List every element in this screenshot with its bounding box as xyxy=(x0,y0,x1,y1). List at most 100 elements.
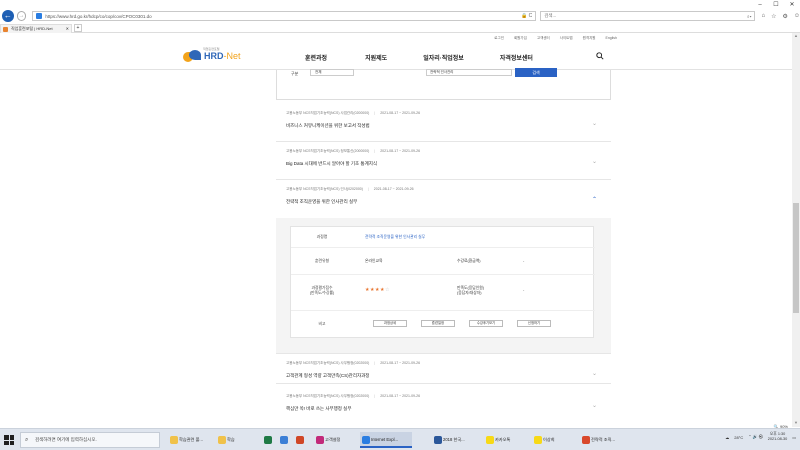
taskbar: ⌕ 검색하려면 여기에 입력하십시오. 학습관련 폴... 학습 고객설정 In… xyxy=(0,428,800,450)
search-button[interactable]: 검색 xyxy=(515,68,557,77)
gear-icon[interactable]: ⚙ xyxy=(782,13,787,20)
nav-job-info[interactable]: 일자리·직업정보 xyxy=(423,53,464,62)
address-row: ← → https://www.hrd.go.kr/hdcp/co/cop/co… xyxy=(0,9,800,23)
detail-course-link[interactable]: 전략적 조직운영을 위한 인사관리 실무 xyxy=(365,235,425,240)
search-label: 구분 xyxy=(291,71,299,76)
course-item[interactable]: 고용노동부 NCS직업기초능력(NCS) 사무행정(0202000) | 2021-… xyxy=(276,354,611,384)
course-title[interactable]: 핵심만 쏙! 바로 쓰는 사무행정 실무 xyxy=(286,406,351,412)
schedule-button[interactable]: 훈련일정 xyxy=(421,320,455,327)
taskbar-app-chrome[interactable]: 전략적 조직... xyxy=(580,432,636,448)
kakaotalk-icon xyxy=(486,436,494,444)
tab-hrd-net[interactable]: 직업훈련포털 | HRD-Net ✕ xyxy=(0,23,72,33)
util-link[interactable]: English xyxy=(606,36,617,41)
favorites-icon[interactable]: ☆ xyxy=(771,13,776,20)
util-link[interactable]: 사이트맵 xyxy=(560,36,573,41)
weather-temp[interactable]: 28°C xyxy=(734,435,743,440)
main-content: 구분 전체 전략적 인사관리 검색 고용노동부 NCS직업기초능력(NCS) 사… xyxy=(276,68,611,428)
scrollbar-thumb[interactable] xyxy=(793,203,799,313)
lock-refresh-icons[interactable]: 🔒 C xyxy=(521,13,532,19)
new-tab-button[interactable]: + xyxy=(74,24,82,32)
smiley-icon[interactable]: ☺ xyxy=(794,13,800,20)
app-icon xyxy=(280,436,288,444)
chevron-down-icon[interactable]: ⌄ xyxy=(592,120,597,127)
system-tray: ☁ 28°C ⌃ 🔊 ㉿ 오후 1:30 2021-08-30 ▭ xyxy=(725,432,796,442)
search-icon: ⌕ xyxy=(25,437,29,443)
reviews-button[interactable]: 수강후기보기 xyxy=(469,320,503,327)
excel-icon xyxy=(264,436,272,444)
detail-buttons: 과정상세 훈련일정 수강후기보기 신청하기 xyxy=(373,320,551,327)
taskbar-app-ie[interactable]: Internet Expl... xyxy=(360,432,412,448)
taskbar-app-chat[interactable]: 이상희 xyxy=(532,432,576,448)
browser-search[interactable]: 검색... ⌕▾ xyxy=(540,11,756,21)
weather-icon[interactable]: ☁ xyxy=(725,435,729,440)
forward-button[interactable]: → xyxy=(16,11,27,21)
course-title[interactable]: Big Data 시대에 반드시 알아야 할 기초 통계지식 xyxy=(286,161,377,167)
taskbar-app-folder[interactable]: 학습관련 폴... xyxy=(168,432,214,448)
detail-type-value: 온라인교육 xyxy=(365,259,383,263)
notification-icon[interactable]: ▭ xyxy=(792,435,796,440)
folder-icon xyxy=(218,436,226,444)
taskbar-app-kakaotalk[interactable]: 카카오톡 xyxy=(484,432,530,448)
taskbar-app-folder2[interactable]: 학습 xyxy=(216,432,256,448)
course-title[interactable]: 비즈니스 커뮤니케이션을 위한 보고서 작성법 xyxy=(286,123,370,129)
course-item[interactable]: 고용노동부 NCS직업기초능력(NCS) 사무행정(0202000) | 2021-… xyxy=(276,384,611,418)
tab-close-icon[interactable]: ✕ xyxy=(66,25,69,33)
chevron-down-icon[interactable]: ⌄ xyxy=(592,370,597,377)
global-nav: 훈련과정 지원제도 일자리·직업정보 자격정보센터 xyxy=(305,53,569,62)
address-bar[interactable]: https://www.hrd.go.kr/hdcp/co/cop/cov/CP… xyxy=(32,11,537,21)
util-link[interactable]: 회원가입 xyxy=(514,36,527,41)
course-detail-button[interactable]: 과정상세 xyxy=(373,320,407,327)
keyword-input[interactable]: 전략적 인사관리 xyxy=(426,69,512,76)
chevron-down-icon[interactable]: ⌄ xyxy=(592,158,597,165)
taskbar-search[interactable]: ⌕ 검색하려면 여기에 입력하십시오. xyxy=(20,432,160,448)
tab-favicon-icon xyxy=(3,26,8,32)
clock[interactable]: 오후 1:30 2021-08-30 xyxy=(768,432,787,442)
scroll-up-icon[interactable]: ▲ xyxy=(792,33,800,40)
windows-start-icon[interactable] xyxy=(4,435,14,445)
home-icon[interactable]: ⌂ xyxy=(761,13,765,20)
taskbar-app-powerpoint[interactable] xyxy=(294,432,308,448)
course-title[interactable]: 고객관계 형성 역량 고객만족(CS)관리자과정 xyxy=(286,373,369,379)
util-link[interactable]: 원격지원 xyxy=(583,36,596,41)
util-link[interactable]: 고객센터 xyxy=(537,36,550,41)
page-scrollbar[interactable]: ▲ ▼ xyxy=(792,33,800,427)
tray-icons[interactable]: ⌃ 🔊 ㉿ xyxy=(748,434,763,440)
course-item[interactable]: 고용노동부 NCS직업기초능력(NCS) 사업관리(0200000) | 2021-… xyxy=(276,104,611,142)
app-icon xyxy=(316,436,324,444)
scroll-down-icon[interactable]: ▼ xyxy=(792,420,800,427)
search-icon[interactable] xyxy=(596,52,604,60)
course-meta: 고용노동부 NCS직업기초능력(NCS) 사무행정(0202000) | 2021-… xyxy=(286,394,421,398)
utility-bar: 로그인 회원가입 고객센터 사이트맵 원격지원 English xyxy=(0,36,800,44)
logo-mark-icon xyxy=(183,50,203,62)
taskbar-app-teams[interactable] xyxy=(278,432,292,448)
nav-qualification-center[interactable]: 자격정보센터 xyxy=(500,53,533,62)
taskbar-app-word[interactable]: 2018 한국... xyxy=(432,432,482,448)
course-meta: 고용노동부 NCS직업기초능력(NCS) 정보통신(2000000) | 2021-… xyxy=(286,149,421,153)
search-icon[interactable]: ⌕▾ xyxy=(747,14,751,19)
url-text[interactable]: https://www.hrd.go.kr/hdcp/co/cop/cov/CP… xyxy=(45,14,521,19)
detail-row-type: 훈련유형 온라인교육 수강료(환급액) - xyxy=(291,248,595,275)
taskbar-search-placeholder[interactable]: 검색하려면 여기에 입력하십시오. xyxy=(35,437,97,442)
logo-text: HRD-Net xyxy=(204,51,241,61)
detail-label: 과정평가점수 (만족도/수강률) xyxy=(309,286,335,295)
course-item-expanded[interactable]: 고용노동부 NCS직업기초능력(NCS) 인사(0202000) | 2021-08… xyxy=(276,180,611,218)
detail-label: 과정명 xyxy=(316,235,328,239)
back-button[interactable]: ← xyxy=(2,10,14,22)
course-title[interactable]: 전략적 조직운영을 위한 인사관리 실무 xyxy=(286,199,357,205)
utility-links: 로그인 회원가입 고객센터 사이트맵 원격지원 English xyxy=(494,36,617,41)
nav-training-courses[interactable]: 훈련과정 xyxy=(305,53,327,62)
chevron-down-icon[interactable]: ⌄ xyxy=(592,402,597,409)
category-select[interactable]: 전체 xyxy=(310,69,354,76)
util-link[interactable]: 로그인 xyxy=(494,36,504,41)
taskbar-app-settings[interactable]: 고객설정 xyxy=(314,432,358,448)
detail-row-course: 과정명 전략적 조직운영을 위한 인사관리 실무 xyxy=(291,227,595,248)
browser-search-placeholder[interactable]: 검색... xyxy=(544,13,747,19)
chevron-up-icon[interactable]: ⌃ xyxy=(592,196,597,203)
powerpoint-icon xyxy=(296,436,304,444)
apply-button[interactable]: 신청하기 xyxy=(517,320,551,327)
course-detail-panel: 과정명 전략적 조직운영을 위한 인사관리 실무 훈련유형 온라인교육 수강료(… xyxy=(276,218,611,354)
course-item[interactable]: 고용노동부 NCS직업기초능력(NCS) 정보통신(2000000) | 2021-… xyxy=(276,142,611,180)
hrd-net-logo[interactable]: HRD-Net xyxy=(183,50,241,62)
nav-support-system[interactable]: 지원제도 xyxy=(365,53,387,62)
taskbar-app-excel[interactable] xyxy=(262,432,276,448)
